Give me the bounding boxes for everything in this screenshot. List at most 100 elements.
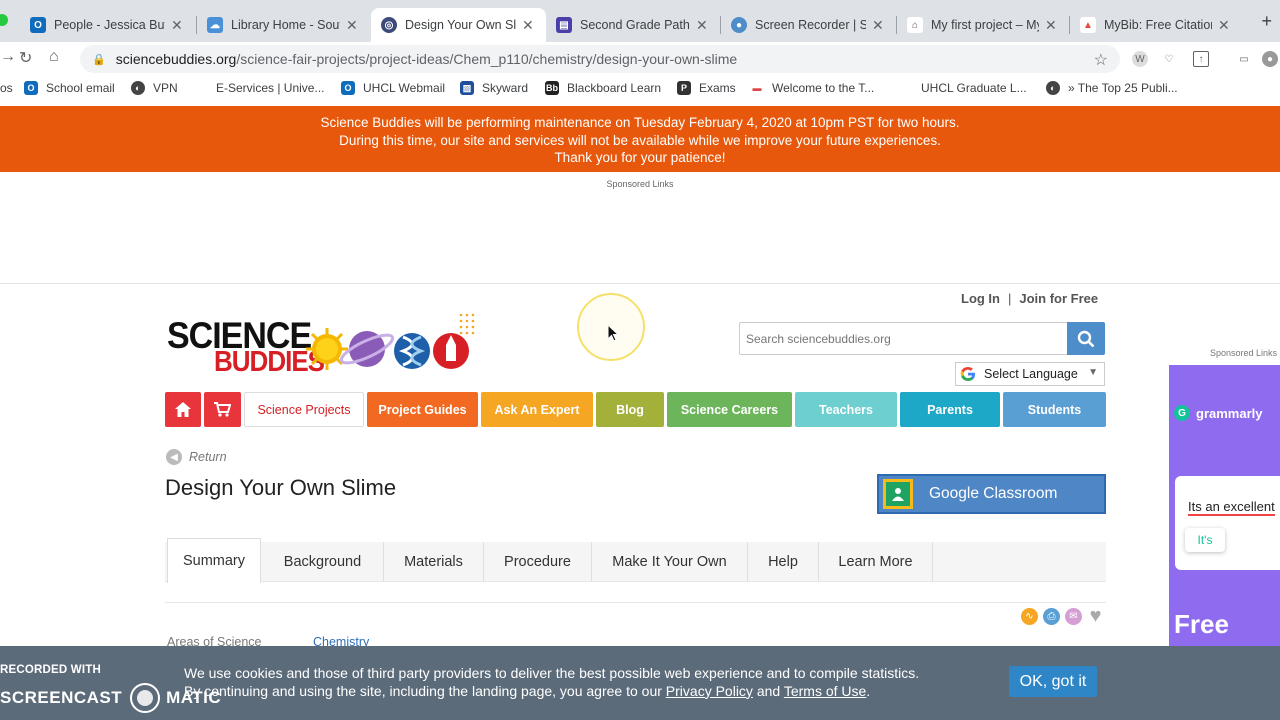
close-icon[interactable]: ✕ — [171, 17, 185, 34]
tab-summary[interactable]: Summary — [167, 538, 261, 583]
cast-icon[interactable]: ▭ — [1236, 51, 1252, 67]
bookmark-item[interactable]: os — [0, 81, 13, 95]
close-icon[interactable]: ✕ — [1218, 17, 1232, 34]
bookmark-item[interactable]: ▬ Welcome to the T... — [750, 81, 874, 95]
close-icon[interactable]: ✕ — [696, 17, 710, 34]
outlook-icon: O — [24, 81, 38, 95]
browser-tab[interactable]: O People - Jessica Bufo ✕ — [20, 8, 195, 42]
address-bar[interactable]: 🔒 sciencebuddies.org/science-fair-projec… — [80, 45, 1120, 73]
bookmark-item[interactable]: O UHCL Webmail — [341, 81, 445, 95]
pocket-icon[interactable]: ♡ — [1161, 51, 1177, 67]
close-icon[interactable]: ✕ — [522, 17, 536, 34]
bookmark-item[interactable]: Bb Blackboard Learn — [545, 81, 661, 95]
science-buddies-favicon-icon: ◎ — [381, 17, 397, 33]
tab-label: Second Grade Pathfi — [580, 18, 690, 32]
science-buddies-logo[interactable]: SCIENCE BUDDIES — [167, 311, 477, 381]
bookmark-item[interactable]: O School email — [24, 81, 115, 95]
browser-tab[interactable]: ⌂ My first project – MyB ✕ — [897, 8, 1069, 42]
tab-make-it-your-own[interactable]: Make It Your Own — [592, 542, 748, 582]
reload-icon[interactable]: ↻ — [19, 48, 32, 68]
window-maximize-dot[interactable] — [0, 14, 8, 26]
search-icon — [1077, 330, 1095, 347]
return-link[interactable]: ◀ Return — [166, 449, 227, 465]
bookmark-item[interactable]: ◐ VPN — [131, 81, 178, 95]
home-icon — [175, 402, 191, 417]
tab-label: People - Jessica Bufo — [54, 18, 165, 32]
nav-teachers[interactable]: Teachers — [795, 392, 897, 427]
print-icon[interactable]: ⎙ — [1043, 608, 1060, 625]
browser-tab-strip: O People - Jessica Bufo ✕ ☁ Library Home… — [0, 0, 1280, 42]
bookmark-star-icon[interactable]: ☆ — [1094, 50, 1108, 70]
outlook-icon: O — [30, 17, 46, 33]
close-icon[interactable]: ✕ — [872, 17, 886, 34]
tab-help[interactable]: Help — [748, 542, 819, 582]
back-arrow-icon: ◀ — [166, 449, 182, 465]
nav-cart-button[interactable] — [204, 392, 241, 427]
project-tabs: Summary Background Materials Procedure M… — [165, 538, 1106, 583]
terms-of-use-link[interactable]: Terms of Use — [784, 683, 866, 699]
sponsored-label: Sponsored Links — [1210, 348, 1278, 358]
bookmark-item[interactable]: UHCL Graduate L... — [921, 81, 1027, 95]
join-link[interactable]: Join for Free — [1019, 291, 1098, 306]
nav-ask-an-expert[interactable]: Ask An Expert — [481, 392, 593, 427]
forward-icon[interactable]: → — [0, 48, 16, 66]
browser-toolbar: → ↻ ⌂ 🔒 sciencebuddies.org/science-fair-… — [0, 42, 1280, 74]
record-icon — [130, 683, 161, 713]
tab-learn-more[interactable]: Learn More — [819, 542, 933, 582]
url-host: sciencebuddies.org — [115, 51, 237, 67]
new-tab-button[interactable]: + — [1261, 11, 1272, 32]
cookie-accept-button[interactable]: OK, got it — [1009, 666, 1097, 697]
grammarly-icon: G — [1174, 405, 1190, 421]
nav-parents[interactable]: Parents — [900, 392, 1000, 427]
browser-tab-active[interactable]: ◎ Design Your Own Slim ✕ — [371, 8, 546, 42]
google-classroom-icon — [883, 479, 913, 509]
avatar[interactable]: ● — [1262, 51, 1278, 67]
tab-label: Screen Recorder | Sc — [755, 18, 866, 32]
separator: | — [1008, 291, 1012, 306]
document-icon: ▤ — [556, 17, 572, 33]
browser-tab[interactable]: ☁ Library Home - South ✕ — [197, 8, 370, 42]
share-rss-icon[interactable]: ∿ — [1021, 608, 1038, 625]
close-icon[interactable]: ✕ — [1045, 17, 1059, 34]
mybib-icon: ▲ — [1080, 17, 1096, 33]
google-classroom-label: Google Classroom — [929, 485, 1058, 502]
grammarly-ad[interactable]: G grammarly Its an excellent It's Free — [1169, 365, 1280, 685]
search-input[interactable] — [740, 323, 1067, 354]
tab-materials[interactable]: Materials — [384, 542, 484, 582]
nav-science-projects[interactable]: Science Projects — [244, 392, 364, 427]
language-select[interactable]: Select Language ▼ — [955, 362, 1105, 386]
nav-science-careers[interactable]: Science Careers — [667, 392, 792, 427]
browser-tab[interactable]: ● Screen Recorder | Sc ✕ — [721, 8, 896, 42]
bookmark-item[interactable]: E-Services | Unive... — [216, 81, 324, 95]
ad-headline: Free — [1174, 609, 1229, 639]
tab-procedure[interactable]: Procedure — [484, 542, 592, 582]
search-button[interactable] — [1067, 322, 1105, 355]
blackboard-icon: Bb — [545, 81, 559, 95]
extension-w-icon[interactable]: W — [1132, 51, 1148, 67]
favorite-heart-icon[interactable]: ♥ — [1087, 605, 1104, 627]
bookmark-item[interactable]: ◐» The Top 25 Publi... — [1046, 81, 1178, 95]
bookmark-item[interactable]: P Exams — [677, 81, 736, 95]
google-classroom-button[interactable]: Google Classroom — [877, 474, 1106, 514]
email-icon[interactable]: ✉ — [1065, 608, 1082, 625]
language-label: Select Language — [984, 367, 1078, 381]
privacy-policy-link[interactable]: Privacy Policy — [666, 683, 753, 699]
home-icon[interactable]: ⌂ — [49, 48, 59, 66]
login-link[interactable]: Log In — [961, 291, 1000, 306]
divider — [0, 283, 1280, 284]
maintenance-line: Thank you for your patience! — [554, 150, 726, 165]
nav-project-guides[interactable]: Project Guides — [367, 392, 478, 427]
extension-upload-icon[interactable]: ↑ — [1193, 51, 1209, 67]
outlook-icon: O — [341, 81, 355, 95]
tab-background[interactable]: Background — [262, 542, 384, 582]
browser-tab[interactable]: ▲ MyBib: Free Citation ✕ — [1070, 8, 1242, 42]
page-title: Design Your Own Slime — [165, 475, 397, 500]
browser-tab[interactable]: ▤ Second Grade Pathfi ✕ — [546, 8, 720, 42]
nav-blog[interactable]: Blog — [596, 392, 664, 427]
url-path: /science-fair-projects/project-ideas/Che… — [236, 51, 738, 67]
nav-students[interactable]: Students — [1003, 392, 1106, 427]
bookmark-item[interactable]: ▨ Skyward — [460, 81, 528, 95]
close-icon[interactable]: ✕ — [346, 17, 360, 34]
ad-suggestion-card: Its an excellent It's — [1175, 476, 1280, 570]
nav-home-button[interactable] — [165, 392, 201, 427]
